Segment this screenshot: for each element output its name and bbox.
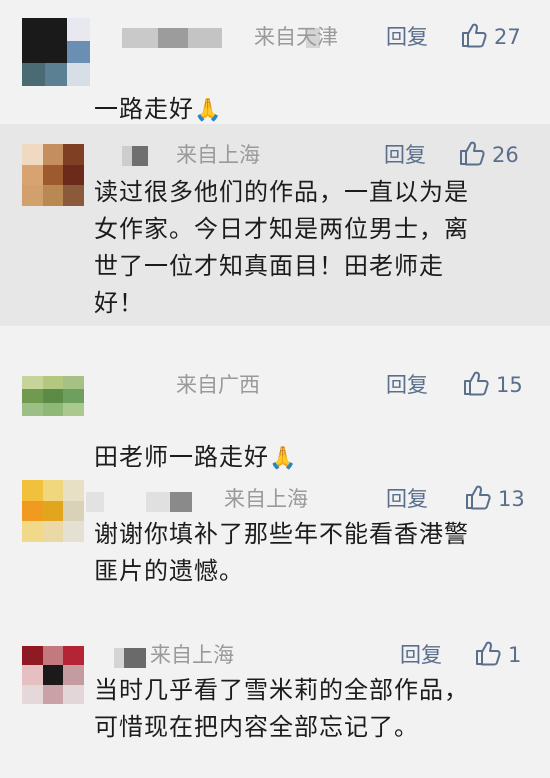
location-label: 来自上海 (176, 143, 260, 167)
avatar-pixel (42, 521, 64, 542)
like-count: 1 (508, 643, 522, 667)
like-count: 27 (494, 25, 521, 49)
pray-emoji: 🙏 (194, 98, 223, 123)
comment-text: 读过很多他们的作品，一直以为是 女作家。今日才知是两位男士，离 世了一位才知真面… (94, 178, 469, 317)
thumbs-up-icon (462, 369, 490, 401)
avatar-pixel (22, 521, 43, 542)
avatar-pixel (42, 684, 64, 704)
location-label: 来自广西 (176, 373, 260, 397)
avatar-pixel (42, 185, 64, 206)
avatar-pixel (22, 402, 43, 416)
comment-item: 来自天津 回复 27 一路走好🙏 (0, 0, 550, 123)
like-button[interactable]: 15 (462, 368, 523, 402)
comment-item: 来自上海 回复 1 当时几乎看了雪米莉的全部作品， 可惜现在把内容全部忘记了。 (0, 630, 550, 770)
like-count: 26 (492, 143, 519, 167)
thumbs-up-icon (458, 139, 486, 171)
avatar-pixel (22, 185, 43, 206)
thumbs-up-icon (474, 639, 502, 671)
avatar-pixel (63, 521, 84, 542)
avatar-pixel (67, 63, 90, 86)
location-label: 来自上海 (150, 643, 234, 667)
comment-text: 谢谢你填补了那些年不能看香港警 匪片的遗憾。 (94, 520, 469, 585)
location-label: 来自上海 (224, 487, 308, 511)
reply-button[interactable]: 回复 (386, 368, 428, 402)
like-button[interactable]: 26 (458, 138, 519, 172)
comment-list: 来自天津 回复 27 一路走好🙏 来自上海 回复 26 读过很多他们的作品，一直… (0, 0, 550, 778)
nickname-blurred[interactable] (122, 28, 320, 48)
nickname-blurred[interactable] (114, 648, 150, 668)
reply-button[interactable]: 回复 (384, 138, 426, 172)
like-button[interactable]: 13 (464, 482, 525, 516)
like-count: 13 (498, 487, 525, 511)
comment-text: 田老师一路走好🙏 (94, 443, 298, 471)
pray-emoji: 🙏 (269, 446, 298, 471)
nickname-blurred[interactable] (86, 492, 196, 512)
comment-item: 来自上海 回复 13 谢谢你填补了那些年不能看香港警 匪片的遗憾。 (0, 470, 550, 600)
reply-button[interactable]: 回复 (386, 20, 428, 54)
nickname-blurred[interactable] (122, 146, 162, 166)
like-count: 15 (496, 373, 523, 397)
avatar-pixel (22, 684, 43, 704)
avatar-pixel (63, 684, 84, 704)
reply-button[interactable]: 回复 (386, 482, 428, 516)
thumbs-up-icon (460, 21, 488, 53)
avatar-pixel (63, 185, 84, 206)
comment-item: 来自广西 回复 15 田老师一路走好🙏 (0, 356, 550, 471)
reply-button[interactable]: 回复 (400, 638, 442, 672)
avatar-pixel (42, 402, 64, 416)
avatar-pixel (22, 63, 45, 86)
like-button[interactable]: 1 (474, 638, 521, 672)
comment-text: 一路走好🙏 (94, 95, 223, 123)
avatar-pixel (63, 402, 84, 416)
avatar-pixel (44, 63, 68, 86)
like-button[interactable]: 27 (460, 20, 521, 54)
location-label: 来自天津 (254, 25, 338, 49)
thumbs-up-icon (464, 483, 492, 515)
comment-text: 当时几乎看了雪米莉的全部作品， 可惜现在把内容全部忘记了。 (94, 676, 469, 741)
comment-item: 来自上海 回复 26 读过很多他们的作品，一直以为是 女作家。今日才知是两位男士… (0, 124, 550, 326)
